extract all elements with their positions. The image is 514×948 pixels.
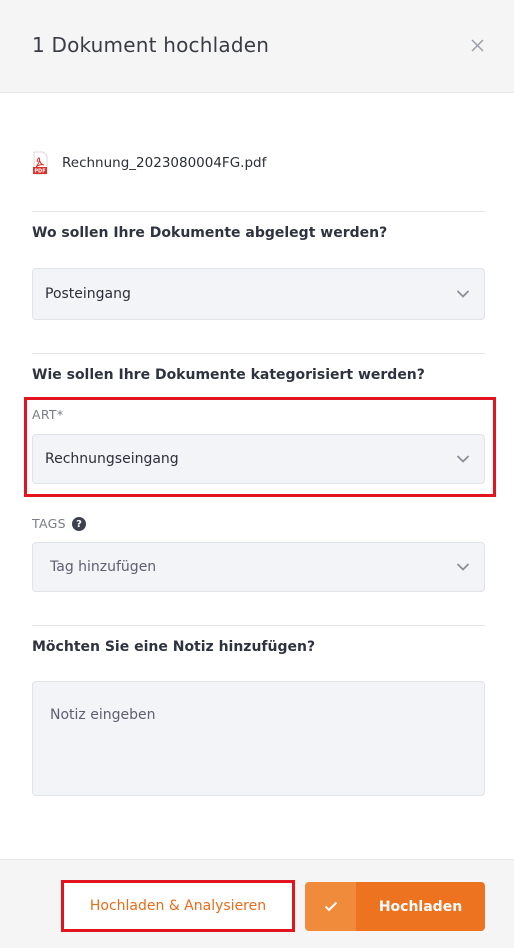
note-textarea[interactable]: Notiz eingeben <box>32 681 485 796</box>
upload-button-label: Hochladen <box>356 882 485 931</box>
location-question: Wo sollen Ihre Dokumente abgelegt werden… <box>32 225 388 241</box>
note-placeholder: Notiz eingeben <box>50 707 156 723</box>
file-item: PDF Rechnung_2023080004FG.pdf <box>32 150 266 176</box>
close-button[interactable] <box>466 34 488 56</box>
pdf-badge-text: PDF <box>34 169 45 175</box>
categorize-question: Wie sollen Ihre Dokumente kategorisiert … <box>32 367 425 383</box>
divider <box>32 211 485 212</box>
art-label: ART* <box>32 407 64 422</box>
divider <box>32 353 485 354</box>
divider <box>32 625 485 626</box>
chevron-down-icon <box>456 455 470 463</box>
close-icon <box>470 38 484 52</box>
location-select-value: Posteingang <box>45 286 131 302</box>
upload-and-analyse-button[interactable]: Hochladen & Analysieren <box>64 883 292 929</box>
upload-button-check-area <box>305 882 356 931</box>
dialog-title: 1 Dokument hochladen <box>32 33 270 57</box>
dialog-header: 1 Dokument hochladen <box>0 0 514 93</box>
tags-select-placeholder: Tag hinzufügen <box>50 559 157 575</box>
art-select-value: Rechnungseingang <box>45 451 179 467</box>
tags-label: TAGS <box>32 516 66 531</box>
tags-select[interactable]: Tag hinzufügen <box>32 542 485 592</box>
note-question: Möchten Sie eine Notiz hinzufügen? <box>32 639 316 655</box>
help-icon[interactable]: ? <box>72 517 86 531</box>
check-icon <box>324 901 337 912</box>
chevron-down-icon <box>456 290 470 298</box>
file-name: Rechnung_2023080004FG.pdf <box>62 155 267 171</box>
art-select[interactable]: Rechnungseingang <box>32 434 485 484</box>
upload-button[interactable]: Hochladen <box>305 882 485 931</box>
pdf-file-icon: PDF <box>33 151 48 175</box>
chevron-down-icon <box>456 563 470 571</box>
location-select[interactable]: Posteingang <box>32 268 485 320</box>
